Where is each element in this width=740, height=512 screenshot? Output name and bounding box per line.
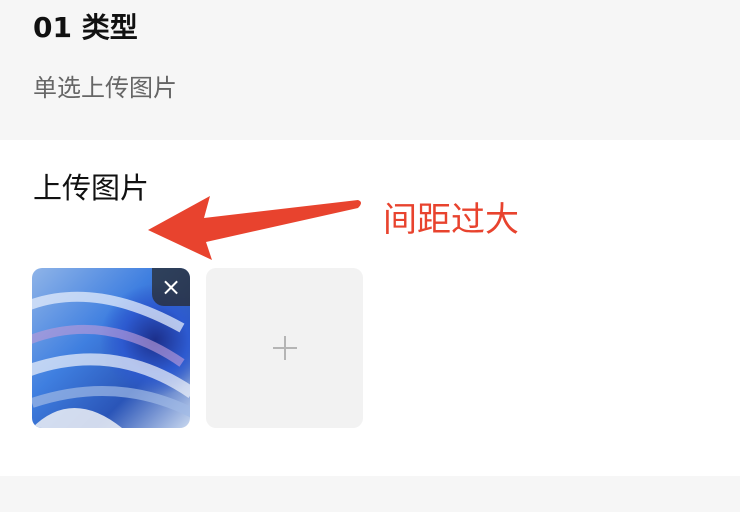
delete-image-button[interactable]: × [152, 268, 190, 306]
section-title: 01 类型 [33, 11, 138, 44]
upload-card: 上传图片 间距过大 × [0, 140, 740, 476]
upload-label: 上传图片 [33, 171, 150, 205]
annotation-text: 间距过大 [383, 200, 519, 240]
section-description: 单选上传图片 [33, 74, 177, 102]
page: 01 类型 单选上传图片 上传图片 间距过大 × [0, 0, 740, 512]
uploaded-image-thumbnail[interactable]: × [32, 268, 190, 428]
add-image-button[interactable] [206, 268, 363, 428]
section-header: 01 类型 单选上传图片 [0, 0, 740, 140]
annotation-arrow-icon [148, 196, 361, 260]
plus-icon [272, 336, 297, 360]
